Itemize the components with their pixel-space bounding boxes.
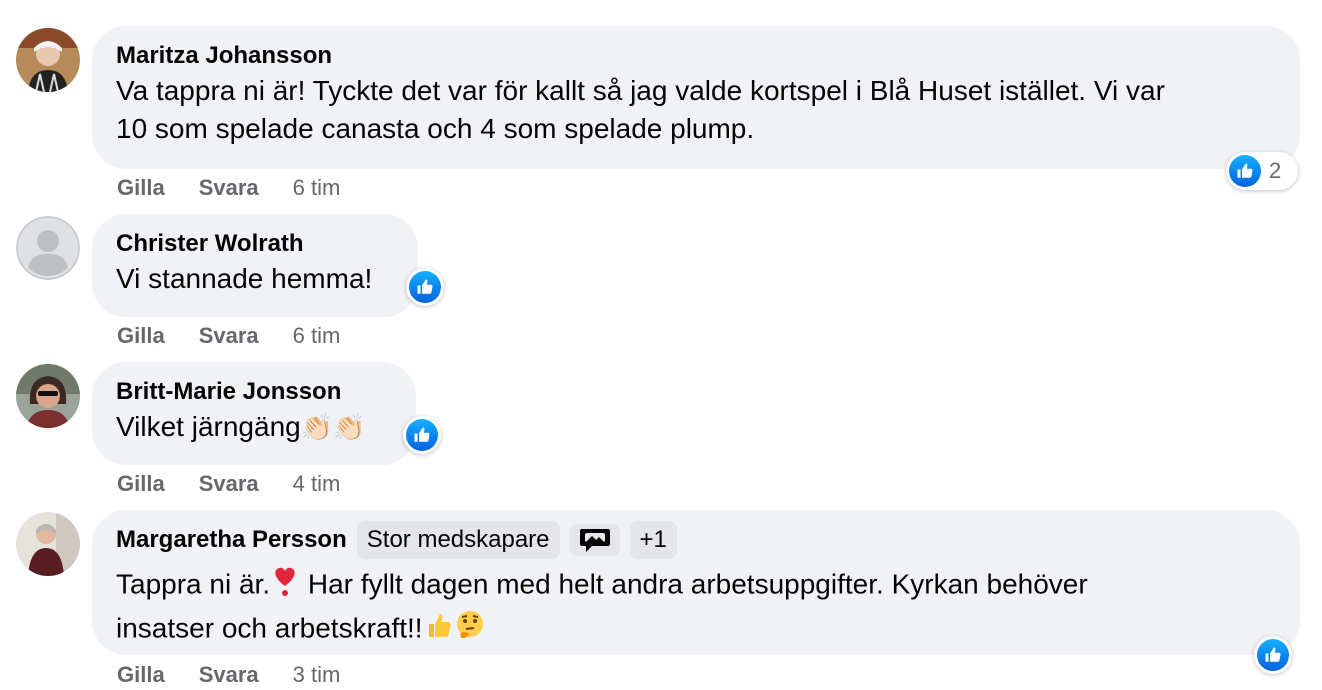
comment-actions: Gilla Svara 4 tim [117, 471, 340, 497]
like-thumb-icon [409, 271, 441, 303]
timestamp[interactable]: 4 tim [293, 471, 341, 497]
like-button[interactable]: Gilla [117, 323, 165, 349]
comment-text: Tappra ni är. Har fyllt dagen med helt a… [116, 564, 1276, 652]
reaction-summary[interactable]: 2 [1226, 152, 1298, 190]
reaction-summary[interactable] [403, 416, 441, 454]
comment-actions: Gilla Svara 6 tim [117, 323, 340, 349]
thumbs-up-emoji-icon [423, 610, 453, 650]
like-thumb-icon [406, 419, 438, 451]
reaction-summary[interactable] [406, 268, 444, 306]
like-thumb-icon [1229, 155, 1261, 187]
comment-author[interactable]: Christer Wolrath [116, 230, 304, 258]
chat-bubble-icon[interactable] [569, 524, 620, 556]
reply-button[interactable]: Svara [199, 175, 259, 201]
timestamp[interactable]: 6 tim [293, 323, 341, 349]
heart-emoji-icon [270, 564, 300, 608]
avatar[interactable] [16, 364, 80, 428]
reply-button[interactable]: Svara [199, 323, 259, 349]
like-button[interactable]: Gilla [117, 175, 165, 201]
comment-text: Vilket järngäng👏🏻👏🏻 [116, 411, 366, 442]
reply-button[interactable]: Svara [199, 662, 259, 688]
top-contributor-badge[interactable]: Stor medskapare [356, 521, 560, 559]
comment-actions: Gilla Svara 3 tim [117, 662, 340, 688]
avatar[interactable] [16, 28, 80, 92]
comment-author[interactable]: Margaretha Persson [116, 526, 347, 554]
badge-more[interactable]: +1 [629, 521, 677, 559]
like-button[interactable]: Gilla [117, 662, 165, 688]
like-button[interactable]: Gilla [117, 471, 165, 497]
avatar[interactable] [16, 216, 80, 280]
comment-bubble: Maritza Johansson Va tappra ni är! Tyckt… [92, 26, 1300, 169]
clap-emoji-icon: 👏🏻👏🏻 [300, 412, 366, 442]
reaction-summary[interactable] [1254, 636, 1292, 674]
comment-bubble: Christer Wolrath Vi stannade hemma! [92, 214, 418, 317]
comment-text: Vi stannade hemma! [116, 263, 373, 294]
comment-bubble: Margaretha Persson Stor medskapare +1 Ta… [92, 510, 1300, 655]
like-thumb-icon [1257, 639, 1289, 671]
comment-text: Va tappra ni är! Tyckte det var för kall… [116, 75, 1165, 144]
thinking-emoji-icon [453, 608, 487, 652]
reply-button[interactable]: Svara [199, 471, 259, 497]
avatar[interactable] [16, 512, 80, 576]
comment-author[interactable]: Maritza Johansson [116, 42, 332, 70]
timestamp[interactable]: 6 tim [293, 175, 341, 201]
reaction-count: 2 [1269, 158, 1282, 183]
comment-bubble: Britt-Marie Jonsson Vilket järngäng👏🏻👏🏻 [92, 362, 416, 465]
timestamp[interactable]: 3 tim [293, 662, 341, 688]
comment-actions: Gilla Svara 6 tim [117, 175, 340, 201]
comment-author[interactable]: Britt-Marie Jonsson [116, 378, 341, 406]
